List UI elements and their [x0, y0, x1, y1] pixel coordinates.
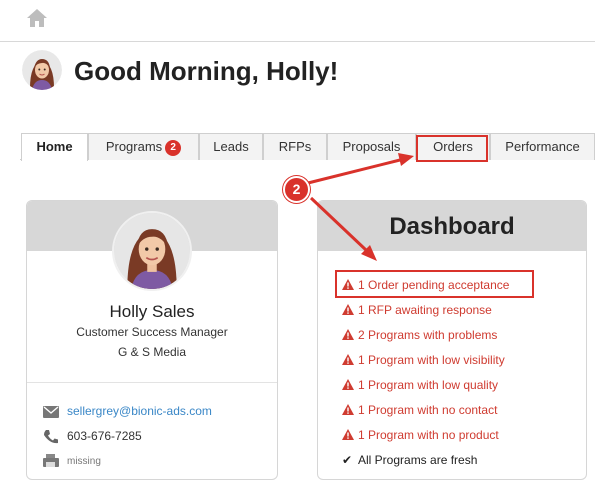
email-link[interactable]: sellergrey@bionic-ads.com: [67, 404, 212, 418]
profile-company: G & S Media: [117, 345, 187, 359]
warning-icon: [342, 304, 354, 315]
tab-label: Proposals: [342, 139, 401, 154]
alert-rfp-awaiting[interactable]: 1 RFP awaiting response: [342, 303, 492, 317]
programs-count-badge: 2: [165, 140, 182, 156]
phone-icon: [44, 430, 58, 444]
pending-order-highlight: [335, 270, 534, 298]
profile-card: Holly Sales Customer Success Manager G &…: [26, 200, 278, 480]
envelope-icon: [43, 406, 59, 418]
warning-icon: [342, 429, 354, 440]
dashboard-card: Dashboard 1 Order pending acceptance 1 R…: [317, 200, 587, 480]
tab-rfps[interactable]: RFPs: [263, 133, 327, 160]
tab-leads[interactable]: Leads: [199, 133, 263, 160]
top-bar: [0, 0, 595, 42]
profile-role: Customer Success Manager: [76, 325, 228, 339]
home-icon[interactable]: [26, 8, 48, 28]
alert-text: 1 Program with low quality: [358, 378, 499, 392]
alert-text: 1 RFP awaiting response: [358, 303, 492, 317]
alert-text: 2 Programs with problems: [358, 328, 498, 342]
tab-label: Home: [36, 139, 73, 154]
greeting-title: Good Morning, Holly!: [74, 56, 339, 86]
alert-text: 1 Program with low visibility: [358, 353, 505, 367]
step-number-badge: 2: [283, 176, 310, 203]
tab-label: Leads: [213, 139, 249, 154]
tab-home[interactable]: Home: [21, 133, 88, 161]
fax-value: missing: [67, 456, 101, 467]
profile-photo: [112, 211, 192, 291]
alert-text: 1 Program with no product: [358, 428, 499, 442]
profile-name: Holly Sales: [109, 302, 195, 321]
tab-proposals[interactable]: Proposals: [327, 133, 416, 160]
status-text: All Programs are fresh: [358, 453, 478, 467]
tab-label: RFPs: [278, 139, 312, 154]
warning-icon: [342, 404, 354, 415]
alert-low-visibility[interactable]: 1 Program with low visibility: [342, 353, 505, 367]
status-programs-fresh: ✔ All Programs are fresh: [342, 453, 477, 467]
tab-performance[interactable]: Performance: [490, 133, 595, 160]
phone-number: 603-676-7285: [67, 429, 142, 443]
alert-no-product[interactable]: 1 Program with no product: [342, 428, 499, 442]
alert-programs-problems[interactable]: 2 Programs with problems: [342, 328, 497, 342]
checkmark-icon: ✔: [342, 453, 353, 467]
tab-label: Performance: [505, 139, 580, 154]
tab-bar: Home Programs 2 Leads RFPs Proposals Orde…: [20, 133, 595, 161]
tab-programs[interactable]: Programs 2: [88, 133, 199, 160]
profile-divider: [27, 382, 277, 383]
alert-text: 1 Program with no contact: [358, 403, 498, 417]
alert-no-contact[interactable]: 1 Program with no contact: [342, 403, 497, 417]
tab-label: Programs: [105, 139, 163, 154]
dashboard-title: Dashboard: [389, 213, 515, 240]
warning-icon: [342, 329, 354, 340]
warning-icon: [342, 379, 354, 390]
alert-low-quality[interactable]: 1 Program with low quality: [342, 378, 498, 392]
avatar: [22, 50, 62, 90]
orders-tab-highlight: [416, 135, 488, 162]
warning-icon: [342, 354, 354, 365]
